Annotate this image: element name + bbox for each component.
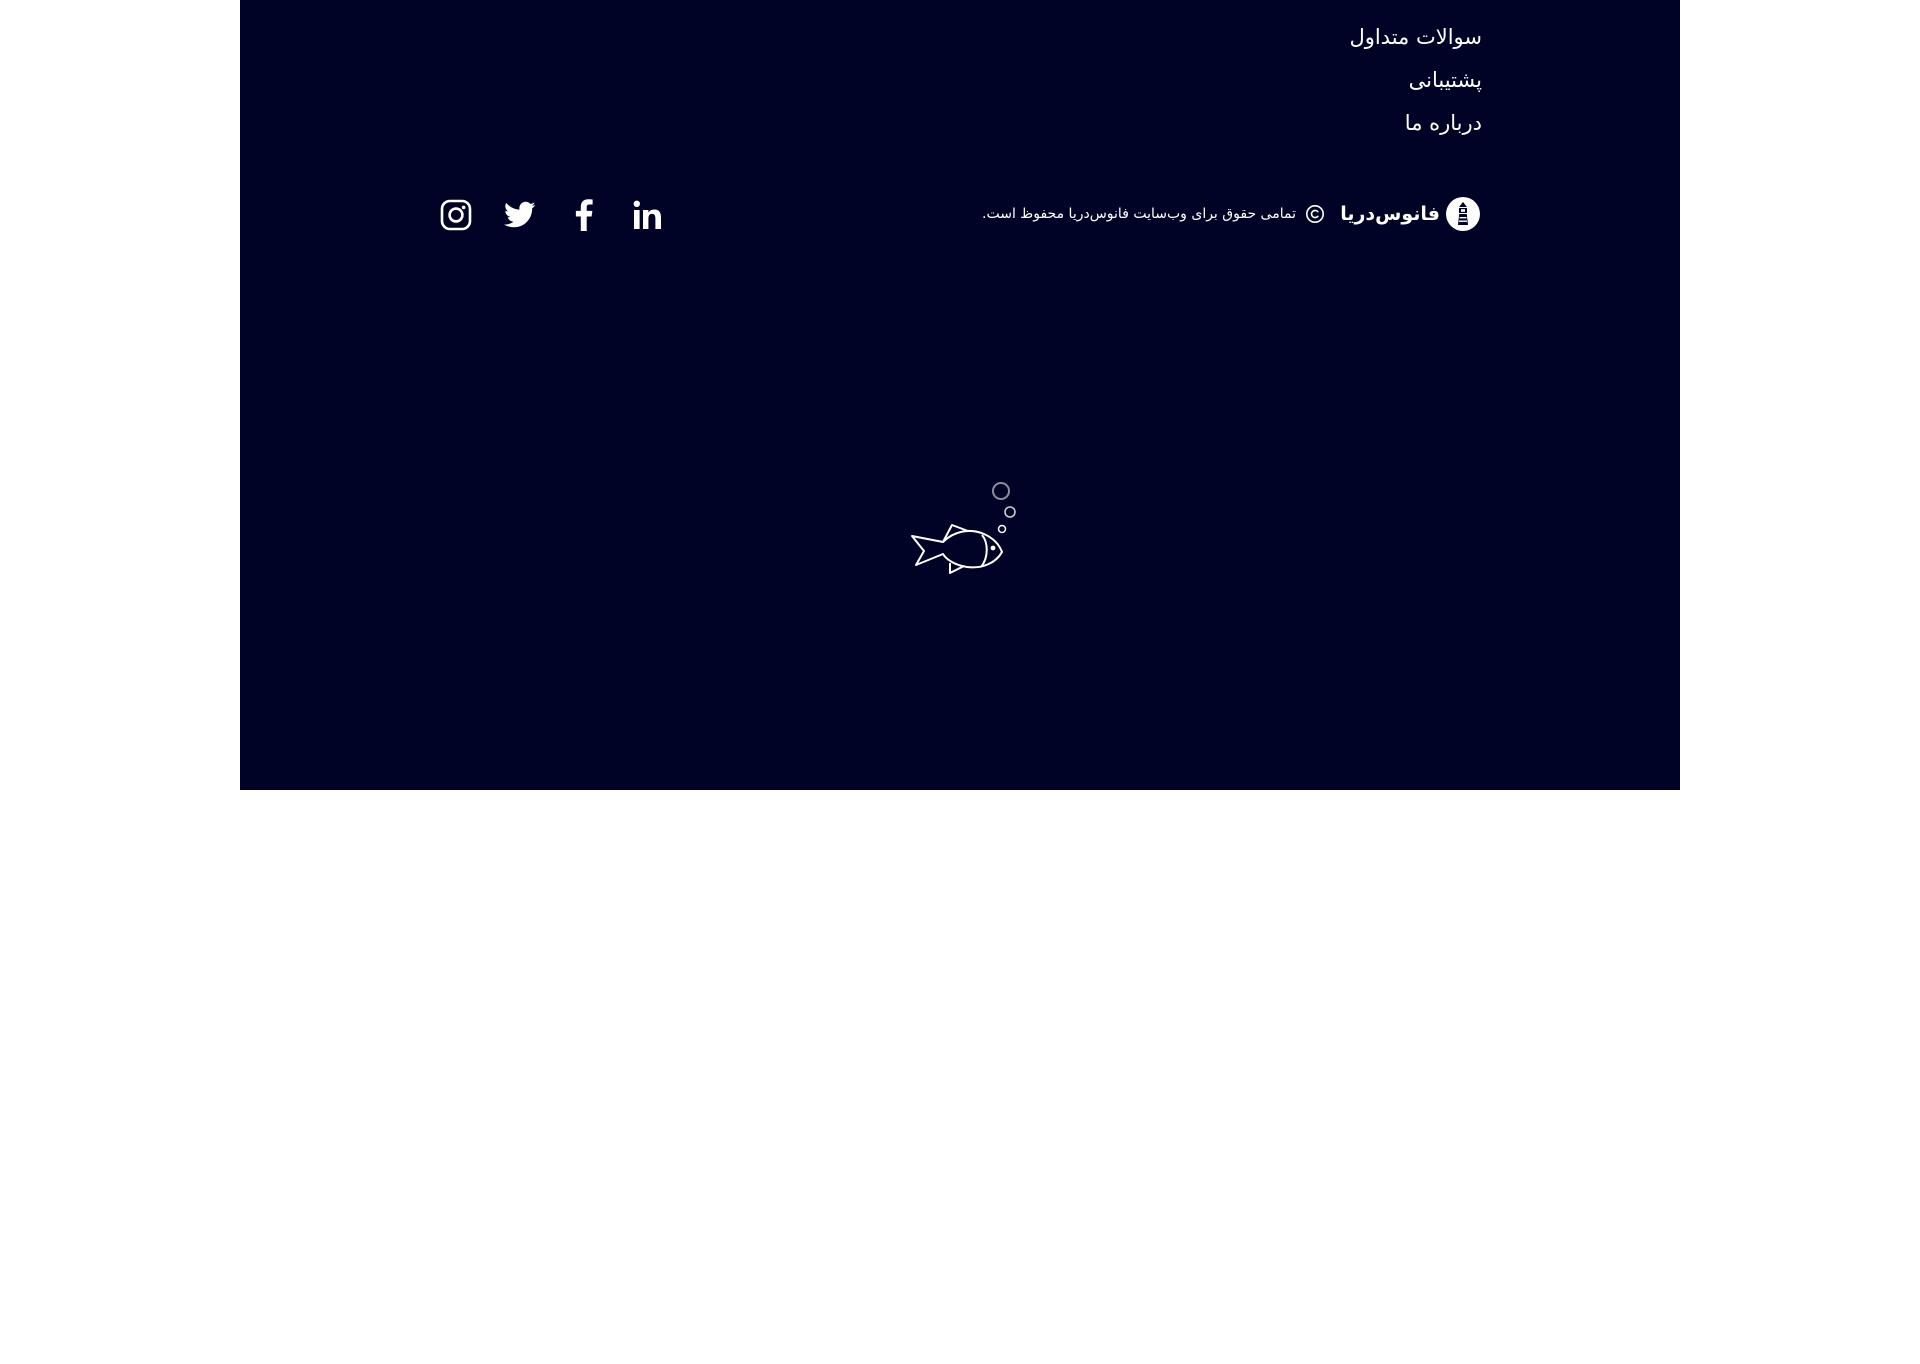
footer-brand[interactable]: فانوس‌دریا [1340,197,1480,231]
footer-link-about[interactable]: درباره ما [1349,102,1482,145]
fish-with-bubbles-icon [911,482,1016,574]
social-links [440,198,664,232]
copyright-text: تمامی حقوق برای وب‌سایت فانوس‌دریا محفوظ… [982,206,1296,222]
copyright-icon [1306,205,1324,223]
instagram-icon[interactable] [440,198,472,232]
twitter-icon[interactable] [504,198,536,232]
footer-link-cut-off[interactable] [1475,0,1482,15]
footer-link-faq[interactable]: سوالات متداول [1349,16,1482,59]
footer-link-support[interactable]: پشتیبانی [1349,59,1482,102]
brand-name: فانوس‌دریا [1340,203,1440,225]
linkedin-icon[interactable] [632,198,664,232]
copyright: تمامی حقوق برای وب‌سایت فانوس‌دریا محفوظ… [982,202,1325,226]
lighthouse-logo-icon [1446,197,1480,231]
facebook-icon[interactable] [568,198,600,232]
footer-links: سوالات متداول پشتیبانی درباره ما [1349,0,1482,145]
site-footer: سوالات متداول پشتیبانی درباره ما فانوس‌د… [240,0,1680,790]
